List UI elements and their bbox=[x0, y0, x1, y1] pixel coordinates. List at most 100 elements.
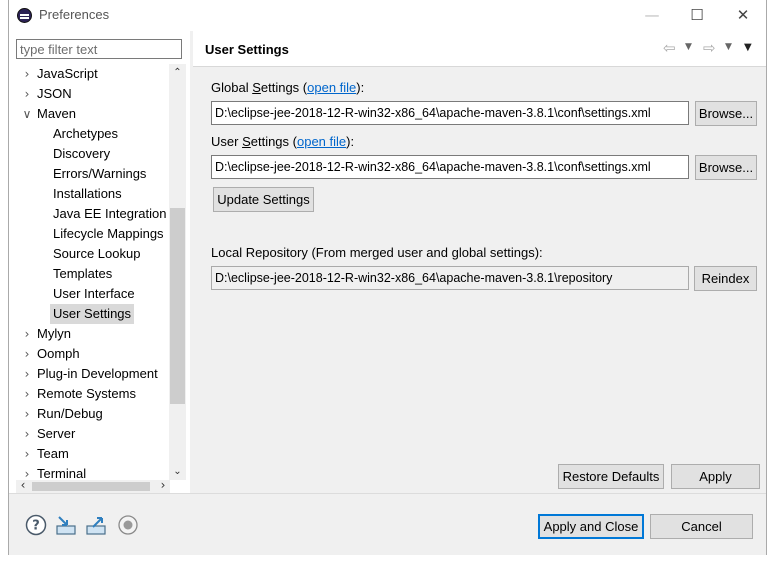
dialog-button-bar: ? Apply and Close Cancel bbox=[9, 493, 766, 555]
tree-vertical-scrollbar[interactable]: ⌃ ⌄ bbox=[169, 64, 186, 480]
tree-item-label: Errors/Warnings bbox=[53, 166, 147, 181]
chevron-right-icon[interactable]: › bbox=[21, 324, 33, 344]
scroll-right-icon[interactable]: › bbox=[156, 478, 170, 492]
tree-item-archetypes[interactable]: Archetypes bbox=[53, 124, 118, 144]
global-settings-path-field[interactable]: D:\eclipse-jee-2018-12-R-win32-x86_64\ap… bbox=[211, 101, 689, 125]
tree-item-user-interface[interactable]: User Interface bbox=[53, 284, 135, 304]
chevron-right-icon[interactable]: › bbox=[21, 444, 33, 464]
view-menu-icon[interactable]: ▼ bbox=[744, 42, 752, 53]
page-header: User Settings ⇦ ▼ ⇨ ▼ ▼ bbox=[193, 31, 766, 67]
local-repository-label: Local Repository (From merged user and g… bbox=[211, 245, 543, 260]
preferences-tree: › JavaScript › JSON ∨ Maven Archetypes Discover… bbox=[9, 64, 169, 480]
tree-item-user-settings[interactable]: User Settings bbox=[50, 304, 135, 324]
tree-item-java-ee-integration[interactable]: Java EE Integration bbox=[53, 204, 166, 224]
tree-item-label: Templates bbox=[53, 266, 113, 281]
global-settings-label: Global Settings (open file): bbox=[211, 80, 364, 95]
tree-item-label: Discovery bbox=[53, 146, 111, 161]
chevron-right-icon[interactable]: › bbox=[21, 364, 33, 384]
tree-item-plug-in-development[interactable]: › Plug-in Development bbox=[25, 364, 158, 384]
scroll-up-icon[interactable]: ⌃ bbox=[169, 64, 186, 81]
chevron-right-icon[interactable]: › bbox=[21, 424, 33, 444]
tree-item-label: User Interface bbox=[53, 286, 135, 301]
tree-item-terminal[interactable]: › Terminal bbox=[25, 464, 87, 480]
tree-item-oomph[interactable]: › Oomph bbox=[25, 344, 80, 364]
reindex-button[interactable]: Reindex bbox=[694, 266, 757, 291]
tree-item-label: Lifecycle Mappings bbox=[53, 226, 164, 241]
window-title: Preferences bbox=[39, 7, 110, 22]
minimize-icon[interactable]: — bbox=[630, 0, 674, 31]
page-title: User Settings bbox=[205, 42, 289, 57]
export-icon[interactable] bbox=[85, 514, 107, 536]
back-arrow-icon[interactable]: ⇦ bbox=[663, 39, 676, 57]
user-browse-button[interactable]: Browse... bbox=[695, 155, 757, 180]
restore-defaults-button[interactable]: Restore Defaults bbox=[558, 464, 664, 489]
user-open-file-link[interactable]: open file bbox=[297, 134, 346, 149]
update-settings-button[interactable]: Update Settings bbox=[213, 187, 314, 212]
forward-dropdown-icon[interactable]: ▼ bbox=[725, 42, 732, 52]
chevron-right-icon[interactable]: › bbox=[21, 64, 33, 84]
chevron-down-icon[interactable]: ∨ bbox=[21, 104, 33, 124]
tree-item-team[interactable]: › Team bbox=[25, 444, 69, 464]
tree-item-label: JavaScript bbox=[37, 66, 98, 81]
global-open-file-link[interactable]: open file bbox=[307, 80, 356, 95]
tree-item-discovery[interactable]: Discovery bbox=[53, 144, 110, 164]
tree-item-label: Terminal bbox=[37, 466, 87, 480]
tree-item-run-debug[interactable]: › Run/Debug bbox=[25, 404, 103, 424]
record-icon[interactable] bbox=[117, 514, 139, 536]
tree-item-errors-warnings[interactable]: Errors/Warnings bbox=[53, 164, 146, 184]
eclipse-icon bbox=[17, 8, 32, 23]
tree-item-server[interactable]: › Server bbox=[25, 424, 76, 444]
maximize-icon[interactable]: ☐ bbox=[675, 0, 719, 31]
scroll-down-icon[interactable]: ⌄ bbox=[169, 463, 186, 480]
preferences-window: Preferences — ☐ ✕ ›JavaScript›JSON∨Maven… bbox=[8, 0, 767, 555]
tree-item-label: Oomph bbox=[37, 346, 80, 361]
tree-item-label: Installations bbox=[53, 186, 122, 201]
tree-item-remote-systems[interactable]: › Remote Systems bbox=[25, 384, 136, 404]
svg-text:?: ? bbox=[32, 519, 40, 534]
tree-item-label: Run/Debug bbox=[37, 406, 103, 421]
chevron-right-icon[interactable]: › bbox=[21, 384, 33, 404]
tree-item-label: Archetypes bbox=[53, 126, 119, 141]
forward-arrow-icon[interactable]: ⇨ bbox=[703, 39, 716, 57]
tree-horizontal-scrollbar[interactable]: ‹ › bbox=[16, 478, 170, 493]
global-browse-button[interactable]: Browse... bbox=[695, 101, 757, 126]
tree-item-label: Server bbox=[37, 426, 76, 441]
cancel-button[interactable]: Cancel bbox=[650, 514, 753, 539]
user-settings-label-end: ): bbox=[346, 134, 355, 149]
chevron-right-icon[interactable]: › bbox=[21, 344, 33, 364]
scroll-left-icon[interactable]: ‹ bbox=[16, 478, 30, 492]
preferences-tree-pane: ›JavaScript›JSON∨MavenArchetypesDiscover… bbox=[9, 31, 190, 493]
tree-item-label: Java EE Integration bbox=[53, 206, 167, 221]
tree-item-mylyn[interactable]: › Mylyn bbox=[25, 324, 71, 344]
help-icon[interactable]: ? bbox=[25, 514, 47, 536]
user-settings-mnemonic: S bbox=[242, 134, 251, 149]
scroll-thumb[interactable] bbox=[170, 208, 185, 404]
tree-item-lifecycle-mappings[interactable]: Lifecycle Mappings bbox=[53, 224, 164, 244]
settings-page: User Settings ⇦ ▼ ⇨ ▼ ▼ Global Settings … bbox=[193, 31, 766, 493]
global-settings-label-end: ): bbox=[356, 80, 365, 95]
tree-item-installations[interactable]: Installations bbox=[53, 184, 122, 204]
tree-item-json[interactable]: › JSON bbox=[25, 84, 72, 104]
tree-item-label: Mylyn bbox=[37, 326, 71, 341]
global-settings-label-text: Global bbox=[211, 80, 253, 95]
tree-item-label: Remote Systems bbox=[37, 386, 136, 401]
back-dropdown-icon[interactable]: ▼ bbox=[685, 42, 692, 52]
apply-button[interactable]: Apply bbox=[671, 464, 760, 489]
tree-item-source-lookup[interactable]: Source Lookup bbox=[53, 244, 140, 264]
tree-item-javascript[interactable]: › JavaScript bbox=[25, 64, 98, 84]
chevron-right-icon[interactable]: › bbox=[21, 84, 33, 104]
tree-item-templates[interactable]: Templates bbox=[53, 264, 112, 284]
user-settings-label-text-2: ettings ( bbox=[250, 134, 297, 149]
tree-item-maven[interactable]: ∨ Maven bbox=[23, 104, 76, 124]
title-bar: Preferences — ☐ ✕ bbox=[9, 0, 766, 31]
apply-and-close-button[interactable]: Apply and Close bbox=[538, 514, 644, 539]
chevron-right-icon[interactable]: › bbox=[21, 404, 33, 424]
tree-item-label: User Settings bbox=[53, 306, 132, 321]
user-settings-path-field[interactable]: D:\eclipse-jee-2018-12-R-win32-x86_64\ap… bbox=[211, 155, 689, 179]
import-icon[interactable] bbox=[55, 514, 77, 536]
filter-input[interactable] bbox=[16, 39, 182, 59]
global-settings-label-text-2: ettings ( bbox=[260, 80, 308, 95]
tree-item-label: Team bbox=[37, 446, 69, 461]
close-icon[interactable]: ✕ bbox=[721, 0, 765, 31]
scroll-thumb-horizontal[interactable] bbox=[32, 482, 150, 491]
